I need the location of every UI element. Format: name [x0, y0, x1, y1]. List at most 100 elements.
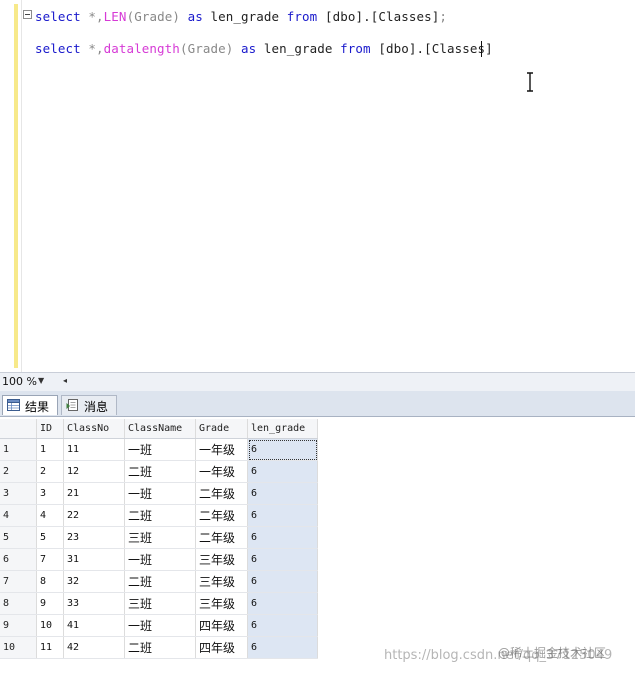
- grid-corner[interactable]: [0, 419, 37, 439]
- keyword-select: select: [35, 41, 81, 56]
- function-token: datalength: [103, 41, 180, 56]
- zoom-select[interactable]: 100 %: [2, 375, 37, 388]
- column-header-len-grade[interactable]: len_grade: [247, 419, 318, 439]
- cell-classname[interactable]: 三班: [124, 592, 196, 615]
- row-number[interactable]: 4: [0, 504, 37, 527]
- table-token: [dbo].[Classes]: [378, 41, 493, 56]
- cell-classname[interactable]: 一班: [124, 482, 196, 505]
- table-row[interactable]: 10 11 42 二班 四年级 6: [0, 636, 318, 659]
- table-token: [dbo].[Classes]: [324, 9, 440, 24]
- cell-len-grade[interactable]: 6: [247, 482, 318, 505]
- zoom-dropdown-icon[interactable]: ▼: [38, 376, 44, 385]
- table-row[interactable]: 6 7 31 一班 三年级 6: [0, 548, 318, 571]
- column-header-id[interactable]: ID: [36, 419, 64, 439]
- tab-results[interactable]: 结果: [2, 395, 58, 415]
- cell-grade[interactable]: 三年级: [195, 570, 248, 593]
- cell-id[interactable]: 10: [36, 614, 64, 637]
- cell-grade[interactable]: 四年级: [195, 614, 248, 637]
- row-number[interactable]: 6: [0, 548, 37, 571]
- sql-editor[interactable]: select *,LEN(Grade) as len_grade from [d…: [0, 0, 635, 372]
- message-icon: [66, 399, 78, 411]
- column-header-classno[interactable]: ClassNo: [63, 419, 125, 439]
- watermark-brand: @稀土掘金技术社区: [498, 646, 607, 660]
- cell-len-grade[interactable]: 6: [247, 438, 318, 461]
- row-number[interactable]: 5: [0, 526, 37, 549]
- cell-grade[interactable]: 二年级: [195, 526, 248, 549]
- table-row[interactable]: 1 1 11 一班 一年级 6: [0, 438, 318, 461]
- cell-id[interactable]: 1: [36, 438, 64, 461]
- cell-classname[interactable]: 一班: [124, 614, 196, 637]
- cell-classno[interactable]: 31: [63, 548, 125, 571]
- row-number[interactable]: 1: [0, 438, 37, 461]
- tab-messages[interactable]: 消息: [61, 395, 117, 415]
- row-number[interactable]: 8: [0, 592, 37, 615]
- cell-id[interactable]: 7: [36, 548, 64, 571]
- semicolon-token: ;: [439, 9, 447, 24]
- cell-len-grade[interactable]: 6: [247, 614, 318, 637]
- table-row[interactable]: 9 10 41 一班 四年级 6: [0, 614, 318, 637]
- cell-id[interactable]: 5: [36, 526, 64, 549]
- cell-len-grade[interactable]: 6: [247, 460, 318, 483]
- cell-id[interactable]: 4: [36, 504, 64, 527]
- cell-classname[interactable]: 二班: [124, 460, 196, 483]
- cell-classno[interactable]: 23: [63, 526, 125, 549]
- cell-classname[interactable]: 三班: [124, 526, 196, 549]
- cell-classname[interactable]: 二班: [124, 570, 196, 593]
- cell-classno[interactable]: 11: [63, 438, 125, 461]
- tab-messages-label: 消息: [84, 400, 109, 414]
- row-number[interactable]: 2: [0, 460, 37, 483]
- cell-classname[interactable]: 一班: [124, 438, 196, 461]
- cell-id[interactable]: 8: [36, 570, 64, 593]
- cell-len-grade[interactable]: 6: [247, 548, 318, 571]
- table-row[interactable]: 8 9 33 三班 三年级 6: [0, 592, 318, 615]
- column-header-grade[interactable]: Grade: [195, 419, 248, 439]
- row-number[interactable]: 3: [0, 482, 37, 505]
- row-number[interactable]: 9: [0, 614, 37, 637]
- table-row[interactable]: 7 8 32 二班 三年级 6: [0, 570, 318, 593]
- row-number[interactable]: 10: [0, 636, 37, 659]
- cell-grade[interactable]: 四年级: [195, 636, 248, 659]
- grid-icon: [7, 399, 20, 411]
- cell-classno[interactable]: 12: [63, 460, 125, 483]
- table-row[interactable]: 2 2 12 二班 一年级 6: [0, 460, 318, 483]
- keyword-as: as: [187, 9, 203, 24]
- cell-classno[interactable]: 42: [63, 636, 125, 659]
- collapse-icon[interactable]: [23, 10, 32, 19]
- code-line-1[interactable]: select *,LEN(Grade) as len_grade from [d…: [35, 9, 447, 24]
- table-row[interactable]: 5 5 23 三班 二年级 6: [0, 526, 318, 549]
- cell-len-grade[interactable]: 6: [247, 504, 318, 527]
- text-caret: [481, 41, 482, 57]
- cell-classno[interactable]: 33: [63, 592, 125, 615]
- cell-len-grade[interactable]: 6: [247, 636, 318, 659]
- cell-id[interactable]: 3: [36, 482, 64, 505]
- cell-id[interactable]: 2: [36, 460, 64, 483]
- table-row[interactable]: 3 3 21 一班 二年级 6: [0, 482, 318, 505]
- table-row[interactable]: 4 4 22 二班 二年级 6: [0, 504, 318, 527]
- cell-grade[interactable]: 一年级: [195, 460, 248, 483]
- row-number[interactable]: 7: [0, 570, 37, 593]
- results-grid[interactable]: ID ClassNo ClassName Grade len_grade 1 1…: [0, 419, 318, 659]
- cell-id[interactable]: 9: [36, 592, 64, 615]
- cell-grade[interactable]: 三年级: [195, 548, 248, 571]
- ibeam-cursor-icon: [527, 72, 533, 92]
- cell-classname[interactable]: 二班: [124, 636, 196, 659]
- column-header-classname[interactable]: ClassName: [124, 419, 196, 439]
- cell-classname[interactable]: 一班: [124, 548, 196, 571]
- cell-classno[interactable]: 21: [63, 482, 125, 505]
- cell-classno[interactable]: 22: [63, 504, 125, 527]
- cell-classname[interactable]: 二班: [124, 504, 196, 527]
- cell-grade[interactable]: 二年级: [195, 504, 248, 527]
- cell-len-grade[interactable]: 6: [247, 570, 318, 593]
- results-tab-bar: 结果 消息: [0, 391, 635, 417]
- star-token: *,: [88, 9, 104, 24]
- scroll-left-icon[interactable]: ◂: [63, 376, 67, 385]
- cell-grade[interactable]: 二年级: [195, 482, 248, 505]
- cell-id[interactable]: 11: [36, 636, 64, 659]
- cell-classno[interactable]: 32: [63, 570, 125, 593]
- cell-grade[interactable]: 一年级: [195, 438, 248, 461]
- cell-len-grade[interactable]: 6: [247, 592, 318, 615]
- cell-classno[interactable]: 41: [63, 614, 125, 637]
- code-line-2[interactable]: select *,datalength(Grade) as len_grade …: [35, 41, 493, 56]
- cell-len-grade[interactable]: 6: [247, 526, 318, 549]
- cell-grade[interactable]: 三年级: [195, 592, 248, 615]
